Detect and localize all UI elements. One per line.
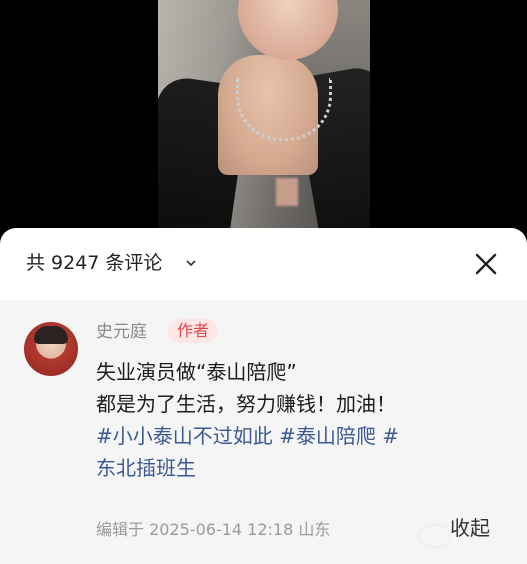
author-badge: 作者 <box>168 319 219 343</box>
video-mosaic <box>276 178 298 206</box>
avatar[interactable] <box>24 322 78 376</box>
comment-body: 失业演员做“泰山陪爬” 都是为了生活，努力赚钱！加油！ #小小泰山不过如此 #泰… <box>96 356 506 484</box>
video-frame <box>158 0 370 240</box>
comments-sheet: 共 9247 条评论 史元庭 作者 失业演员做“泰山陪爬” 都是为了生活，努力赚… <box>0 228 527 564</box>
comment-hashtag-line: #小小泰山不过如此 #泰山陪爬 # <box>96 420 506 452</box>
hashtag-link[interactable]: #泰山陪爬 <box>279 424 376 448</box>
chevron-down-icon[interactable] <box>186 258 196 268</box>
comment-item: 史元庭 作者 失业演员做“泰山陪爬” 都是为了生活，努力赚钱！加油！ #小小泰山… <box>0 300 527 564</box>
comment-hashtag-line: 东北插班生 <box>96 452 506 484</box>
avatar-hair <box>34 326 68 344</box>
collapse-button[interactable]: 收起 <box>450 514 490 542</box>
comment-text-line2: 都是为了生活，努力赚钱！加油！ <box>96 392 396 416</box>
comment-count-title[interactable]: 共 9247 条评论 <box>26 250 162 276</box>
author-name[interactable]: 史元庭 <box>96 320 147 344</box>
watermark-icon <box>418 524 450 548</box>
close-icon[interactable] <box>470 248 502 280</box>
hashtag-link[interactable]: 东北插班生 <box>96 456 196 480</box>
comments-header: 共 9247 条评论 <box>0 228 527 298</box>
hashtag-link[interactable]: #小小泰山不过如此 <box>96 424 273 448</box>
hashtag-link[interactable]: # <box>382 424 399 448</box>
video-player[interactable] <box>0 0 527 240</box>
comment-meta: 编辑于 2025-06-14 12:18 山东 <box>96 520 331 539</box>
comment-text-line1: 失业演员做“泰山陪爬” <box>96 360 297 384</box>
